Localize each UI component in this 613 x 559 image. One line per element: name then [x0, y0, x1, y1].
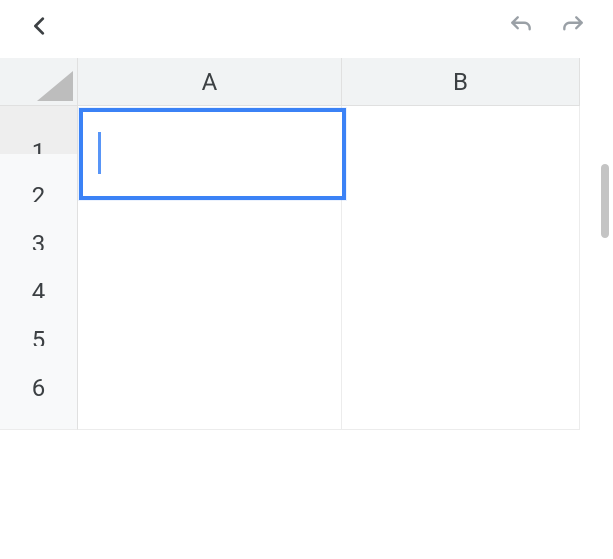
select-all-corner[interactable]	[0, 58, 78, 106]
redo-icon	[560, 13, 586, 39]
text-cursor	[98, 132, 101, 174]
back-button[interactable]	[24, 10, 56, 42]
column-header-a[interactable]: A	[78, 58, 342, 106]
toolbar	[0, 0, 613, 52]
column-header-b[interactable]: B	[342, 58, 580, 106]
undo-button[interactable]	[505, 10, 537, 42]
vertical-scrollbar[interactable]	[601, 164, 609, 238]
cell-b6[interactable]	[342, 346, 580, 430]
chevron-left-icon	[29, 15, 51, 37]
row-header-6[interactable]: 6	[0, 346, 78, 430]
spreadsheet: A B 1 2 3 4 5 6	[0, 58, 613, 394]
cell-a6[interactable]	[78, 346, 342, 430]
toolbar-right	[505, 10, 589, 42]
grid: A B 1 2 3 4 5 6	[0, 58, 613, 394]
undo-icon	[508, 13, 534, 39]
toolbar-left	[24, 10, 56, 42]
redo-button[interactable]	[557, 10, 589, 42]
